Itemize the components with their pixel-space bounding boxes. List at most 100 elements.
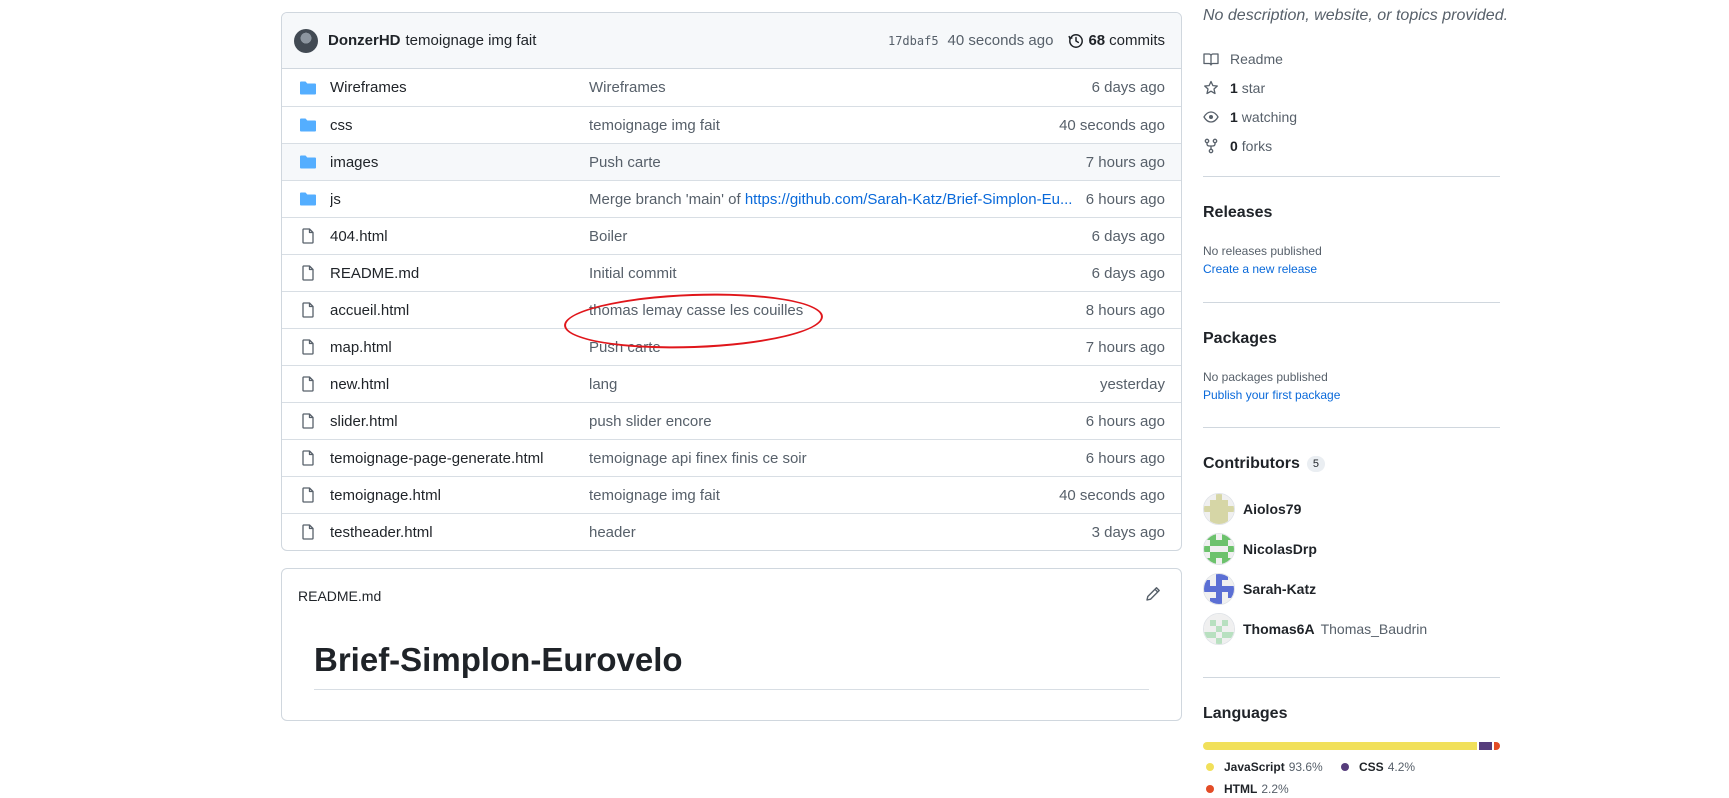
- file-name-link[interactable]: css: [330, 117, 589, 134]
- file-icon-wrap: [298, 265, 318, 281]
- file-commit-message[interactable]: Initial commit: [589, 265, 677, 282]
- file-row[interactable]: 404.html Boiler 6 days ago: [282, 217, 1181, 254]
- file-name-link[interactable]: Wireframes: [330, 79, 589, 96]
- file-icon: [302, 339, 314, 355]
- file-icon: [302, 228, 314, 244]
- contributor-login: Sarah-Katz: [1243, 581, 1317, 597]
- file-commit: Initial commit: [589, 265, 1092, 282]
- language-item[interactable]: CSS 4.2%: [1341, 760, 1415, 774]
- sidebar-divider: [1203, 176, 1500, 177]
- file-row[interactable]: temoignage.html temoignage img fait 40 sec…: [282, 476, 1181, 513]
- edit-readme-button[interactable]: [1145, 586, 1161, 606]
- file-commit: Wireframes: [589, 79, 1092, 96]
- fork-icon: [1204, 138, 1218, 153]
- avatar: [1203, 533, 1235, 565]
- readme-link[interactable]: Readme: [1203, 44, 1297, 73]
- file-row[interactable]: temoignage-page-generate.html temoignage …: [282, 439, 1181, 476]
- readme-filename[interactable]: README.md: [298, 588, 381, 604]
- file-name-link[interactable]: testheader.html: [330, 524, 589, 541]
- commit-history-link[interactable]: 68 commits: [1068, 32, 1165, 49]
- watching-count: 1: [1230, 108, 1238, 125]
- releases-heading[interactable]: Releases: [1203, 204, 1272, 222]
- language-item[interactable]: JavaScript 93.6%: [1206, 760, 1323, 774]
- folder-icon-wrap: [298, 191, 318, 207]
- contributor-item[interactable]: Thomas6A Thomas_Baudrin: [1203, 613, 1427, 645]
- language-name: JavaScript: [1224, 760, 1285, 774]
- file-row[interactable]: map.html Push carte 7 hours ago: [282, 328, 1181, 365]
- file-commit-message[interactable]: temoignage img fait: [589, 487, 720, 504]
- commit-message-link[interactable]: https://github.com/Sarah-Katz/Brief-Simp…: [745, 191, 1073, 208]
- language-name: CSS: [1359, 760, 1384, 774]
- forks-count: 0: [1230, 137, 1238, 154]
- author-avatar[interactable]: [294, 28, 318, 53]
- file-commit-message[interactable]: Merge branch 'main' of: [589, 191, 745, 208]
- file-age: 40 seconds ago: [1059, 486, 1165, 504]
- folder-icon: [300, 118, 316, 132]
- readme-link-label: Readme: [1230, 50, 1283, 67]
- file-row[interactable]: testheader.html header 3 days ago: [282, 513, 1181, 550]
- file-name-link[interactable]: temoignage-page-generate.html: [330, 450, 589, 467]
- file-row[interactable]: README.md Initial commit 6 days ago: [282, 254, 1181, 291]
- language-item[interactable]: HTML 2.2%: [1206, 782, 1289, 796]
- file-icon: [302, 487, 314, 503]
- file-commit: push slider encore: [589, 413, 1086, 430]
- packages-heading[interactable]: Packages: [1203, 330, 1277, 348]
- stars-count: 1: [1230, 79, 1238, 96]
- file-name-link[interactable]: js: [330, 191, 589, 208]
- book-icon: [1203, 52, 1219, 66]
- contributor-item[interactable]: Aiolos79: [1203, 493, 1307, 525]
- file-row[interactable]: images Push carte 7 hours ago: [282, 143, 1181, 180]
- file-row[interactable]: css temoignage img fait 40 seconds ago: [282, 106, 1181, 143]
- about-links: Readme 1 star 1 watching 0 forks: [1203, 44, 1297, 160]
- file-commit-message[interactable]: Wireframes: [589, 79, 666, 96]
- file-name-link[interactable]: new.html: [330, 376, 589, 393]
- packages-empty-text: No packages published: [1203, 370, 1328, 384]
- create-release-link[interactable]: Create a new release: [1203, 262, 1317, 276]
- file-name-link[interactable]: slider.html: [330, 413, 589, 430]
- language-bar-segment: [1479, 742, 1492, 750]
- file-name-link[interactable]: README.md: [330, 265, 589, 282]
- file-commit-message[interactable]: push slider encore: [589, 413, 712, 430]
- contributor-item[interactable]: NicolasDrp: [1203, 533, 1323, 565]
- file-name-link[interactable]: 404.html: [330, 228, 589, 245]
- file-commit-message[interactable]: temoignage api finex finis ce soir: [589, 450, 807, 467]
- file-commit-message[interactable]: temoignage img fait: [589, 117, 720, 134]
- commit-author-link[interactable]: DonzerHD: [328, 32, 401, 49]
- file-age: 7 hours ago: [1085, 338, 1165, 356]
- commit-message-link[interactable]: temoignage img fait: [406, 32, 888, 49]
- commit-count: 68: [1088, 32, 1106, 49]
- file-row[interactable]: Wireframes Wireframes 6 days ago: [282, 69, 1181, 106]
- file-icon-wrap: [298, 413, 318, 429]
- file-commit-message[interactable]: thomas lemay casse les couilles: [589, 302, 803, 319]
- contributors-heading[interactable]: Contributors 5: [1203, 455, 1325, 473]
- forks-link[interactable]: 0 forks: [1203, 131, 1297, 160]
- file-commit-message[interactable]: header: [589, 524, 636, 541]
- file-name-link[interactable]: images: [330, 154, 589, 171]
- contributor-item[interactable]: Sarah-Katz: [1203, 573, 1322, 605]
- file-commit-message[interactable]: Push carte: [589, 154, 661, 171]
- stars-link[interactable]: 1 star: [1203, 73, 1297, 102]
- language-bar: [1203, 742, 1500, 750]
- watchers-link[interactable]: 1 watching: [1203, 102, 1297, 131]
- file-row[interactable]: new.html lang yesterday: [282, 365, 1181, 402]
- file-browser: DonzerHD temoignage img fait 17dbaf5 40 …: [281, 12, 1182, 551]
- file-commit-message[interactable]: lang: [589, 376, 617, 393]
- publish-package-link[interactable]: Publish your first package: [1203, 388, 1340, 402]
- file-name-link[interactable]: map.html: [330, 339, 589, 356]
- readme-header: README.md: [282, 569, 1181, 623]
- language-dot: [1341, 763, 1349, 771]
- file-row[interactable]: slider.html push slider encore 6 hours ago: [282, 402, 1181, 439]
- file-commit-message[interactable]: Boiler: [589, 228, 627, 245]
- file-row[interactable]: accueil.html thomas lemay casse les couil…: [282, 291, 1181, 328]
- commit-sha-link[interactable]: 17dbaf5: [888, 34, 939, 48]
- file-icon: [302, 413, 314, 429]
- file-name-link[interactable]: accueil.html: [330, 302, 589, 319]
- avatar: [1203, 613, 1235, 645]
- file-row[interactable]: js Merge branch 'main' of https://github.…: [282, 180, 1181, 217]
- file-icon-wrap: [298, 524, 318, 540]
- file-commit-message[interactable]: Push carte: [589, 339, 661, 356]
- language-dot: [1206, 763, 1214, 771]
- file-commit: temoignage img fait: [589, 117, 1059, 134]
- file-name-link[interactable]: temoignage.html: [330, 487, 589, 504]
- contributors-count: 5: [1306, 456, 1325, 472]
